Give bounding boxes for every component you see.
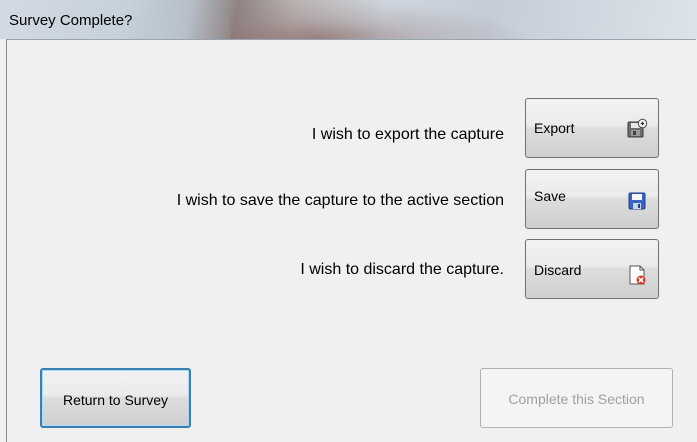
export-disk-icon (627, 118, 648, 138)
export-button-label: Export (534, 120, 575, 136)
complete-section-label: Complete this Section (508, 391, 645, 407)
save-prompt: I wish to save the capture to the active… (176, 192, 504, 209)
title-bar-shade (230, 0, 530, 39)
floppy-disk-icon (628, 192, 646, 210)
survey-complete-dialog: Survey Complete? I wish to export the ca… (0, 0, 697, 442)
save-button-label: Save (534, 188, 566, 204)
window-title: Survey Complete? (9, 12, 133, 29)
return-to-survey-label: Return to Survey (62, 392, 169, 408)
discard-button[interactable]: Discard (525, 239, 659, 299)
discard-button-label: Discard (534, 262, 582, 278)
title-bar[interactable]: Survey Complete? (0, 0, 697, 39)
export-button[interactable]: Export (525, 98, 659, 158)
discard-page-icon (629, 265, 646, 285)
dialog-body: I wish to export the capture Export I wi… (6, 39, 696, 442)
save-button[interactable]: Save (525, 169, 659, 229)
complete-section-button[interactable]: Complete this Section (480, 368, 673, 428)
discard-prompt: I wish to discard the capture. (300, 261, 504, 278)
return-to-survey-button[interactable]: Return to Survey (40, 368, 191, 428)
export-prompt: I wish to export the capture (311, 126, 504, 143)
